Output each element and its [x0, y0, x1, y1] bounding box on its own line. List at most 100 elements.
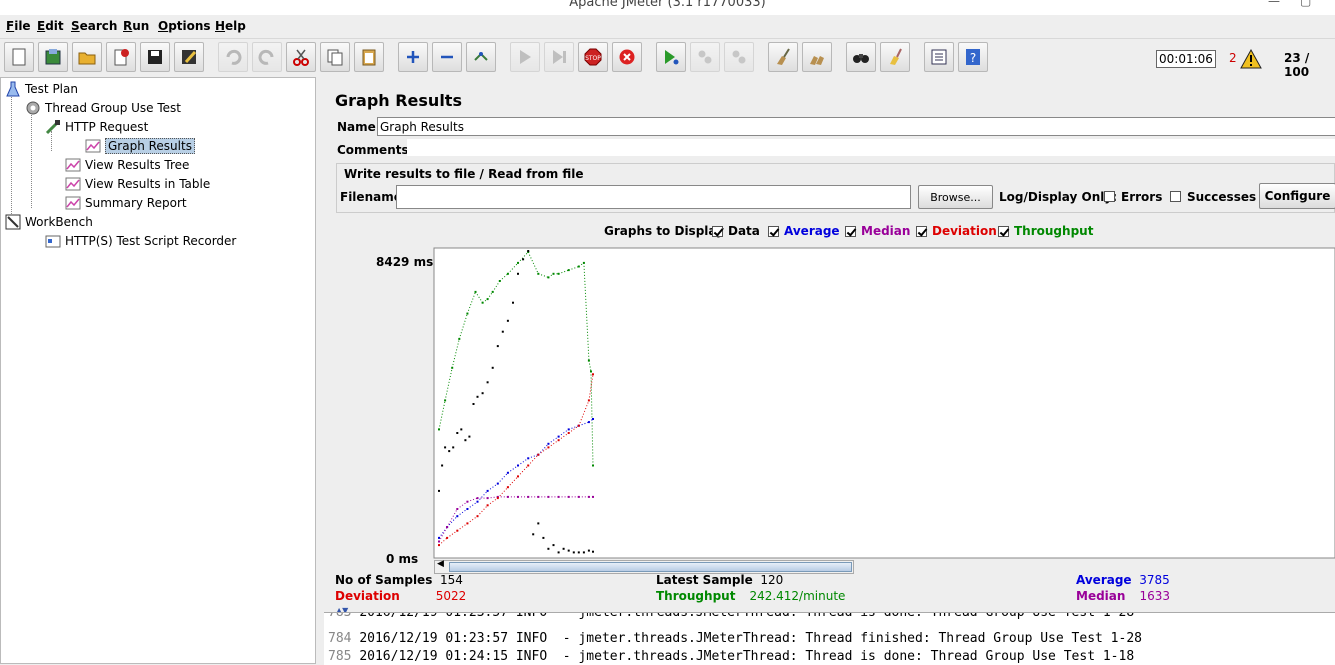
menu-options-mnemonic: O — [158, 19, 169, 33]
point-data — [512, 301, 514, 304]
deviation-toggle[interactable]: Deviation — [916, 224, 997, 238]
log-line-number: 783 — [328, 612, 352, 620]
pane-splitter[interactable] — [316, 77, 324, 664]
menu-bar: File Edit Search Run Options Help — [0, 15, 1335, 37]
tree-node-workbench[interactable]: WorkBench — [5, 213, 93, 231]
menu-help[interactable]: Help — [215, 19, 246, 33]
remote-start-button[interactable] — [656, 42, 686, 72]
graph-scrollbar[interactable]: ◀ — [434, 559, 854, 574]
menu-run-label: un — [132, 19, 150, 33]
save-as-button[interactable] — [174, 42, 204, 72]
copy-button[interactable] — [320, 42, 350, 72]
median-stat: Median 1633 — [1076, 589, 1170, 603]
deviation-label: Deviation — [335, 589, 400, 603]
clear-button[interactable] — [768, 42, 798, 72]
tree-node-recorder[interactable]: HTTP(S) Test Script Recorder — [45, 232, 236, 250]
reset-search-button[interactable] — [880, 42, 910, 72]
menu-file[interactable]: File — [6, 19, 31, 33]
scroll-left-icon[interactable]: ◀ — [437, 559, 444, 569]
throughput-checkbox[interactable] — [998, 225, 1009, 237]
tree-node-graph-results[interactable]: Graph Results — [85, 137, 195, 155]
errors-checkbox[interactable] — [1104, 191, 1115, 202]
comments-input[interactable] — [407, 139, 1335, 156]
deviation-checkbox[interactable] — [916, 225, 927, 237]
scrollbar-thumb[interactable] — [449, 562, 852, 572]
point-data — [577, 551, 580, 554]
tree-node-summary-report[interactable]: Summary Report — [65, 194, 187, 212]
save-icon — [148, 50, 162, 64]
tree-node-http-request[interactable]: HTTP Request — [45, 118, 148, 136]
expand-all-button[interactable] — [398, 42, 428, 72]
name-input[interactable]: Graph Results — [377, 117, 1335, 136]
data-toggle-label: Data — [728, 224, 760, 238]
plus-icon — [407, 51, 419, 63]
filename-input[interactable] — [396, 185, 911, 209]
clear-all-button[interactable] — [802, 42, 832, 72]
median-checkbox[interactable] — [845, 225, 856, 237]
point-data — [547, 547, 550, 550]
successes-checkbox[interactable] — [1170, 191, 1181, 202]
list-icon — [931, 49, 947, 65]
average-value: 3785 — [1139, 573, 1170, 587]
close-button[interactable] — [106, 42, 136, 72]
log-console[interactable]: 783 2016/12/19 01:23:57 INFO - jmeter.th… — [324, 612, 1335, 665]
log-line-number: 785 — [328, 649, 352, 664]
throughput-toggle[interactable]: Throughput — [998, 224, 1093, 238]
point-data — [532, 533, 535, 536]
comments-label: Comments: — [337, 143, 414, 157]
data-toggle[interactable]: Data — [712, 224, 760, 238]
point-data — [448, 450, 451, 453]
search-button[interactable] — [846, 42, 876, 72]
tree-node-test-plan[interactable]: Test Plan — [5, 80, 78, 98]
cut-button[interactable] — [286, 42, 316, 72]
tree-node-view-results-table[interactable]: View Results in Table — [65, 175, 210, 193]
menu-run[interactable]: Run — [123, 19, 149, 33]
successes-label: Successes — [1187, 190, 1257, 204]
toggle-button[interactable] — [466, 42, 496, 72]
start-no-pauses-button[interactable] — [544, 42, 574, 72]
median-toggle[interactable]: Median — [845, 224, 910, 238]
point-data — [468, 435, 471, 438]
browse-button[interactable]: Browse... — [918, 185, 993, 209]
remote-shutdown-icon — [732, 50, 746, 64]
menu-edit[interactable]: Edit — [37, 19, 64, 33]
errors-label: Errors — [1121, 190, 1163, 204]
average-checkbox[interactable] — [768, 225, 779, 237]
file-group-title: Write results to file / Read from file — [343, 167, 585, 181]
paste-button[interactable] — [354, 42, 384, 72]
test-plan-icon — [5, 81, 21, 97]
remote-shutdown-button[interactable] — [724, 42, 754, 72]
help-button[interactable]: ? — [958, 42, 988, 72]
undo-button[interactable] — [218, 42, 248, 72]
median-label: Median — [1076, 589, 1126, 603]
redo-button[interactable] — [252, 42, 282, 72]
start-button[interactable] — [510, 42, 540, 72]
remote-stop-button[interactable] — [690, 42, 720, 72]
menu-search[interactable]: Search — [71, 19, 117, 33]
shutdown-button[interactable] — [612, 42, 642, 72]
new-button[interactable] — [4, 42, 34, 72]
menu-options[interactable]: Options — [158, 19, 211, 33]
point-data — [557, 551, 560, 554]
save-button[interactable] — [140, 42, 170, 72]
maximize-icon[interactable]: ▢ — [1300, 0, 1311, 8]
broom-search-icon — [890, 48, 902, 65]
tree-node-thread-group[interactable]: Thread Group Use Test — [25, 99, 181, 117]
tree-node-view-results-tree[interactable]: View Results Tree — [65, 156, 189, 174]
undo-icon — [226, 49, 242, 65]
stop-button[interactable]: STOP — [578, 42, 608, 72]
gear-icon — [25, 100, 41, 116]
collapse-all-button[interactable] — [432, 42, 462, 72]
data-checkbox[interactable] — [712, 225, 723, 237]
tree-label-workbench: WorkBench — [25, 215, 93, 229]
average-label: Average — [1076, 573, 1132, 587]
templates-button[interactable] — [38, 42, 68, 72]
average-toggle[interactable]: Average — [768, 224, 840, 238]
point-deviation — [592, 373, 594, 376]
minimize-icon[interactable]: — — [1268, 0, 1280, 8]
error-count[interactable]: 2 — [1229, 51, 1237, 65]
function-helper-button[interactable] — [924, 42, 954, 72]
open-button[interactable] — [72, 42, 102, 72]
warning-icon[interactable] — [1240, 48, 1262, 72]
configure-button[interactable]: Configure — [1259, 183, 1335, 209]
